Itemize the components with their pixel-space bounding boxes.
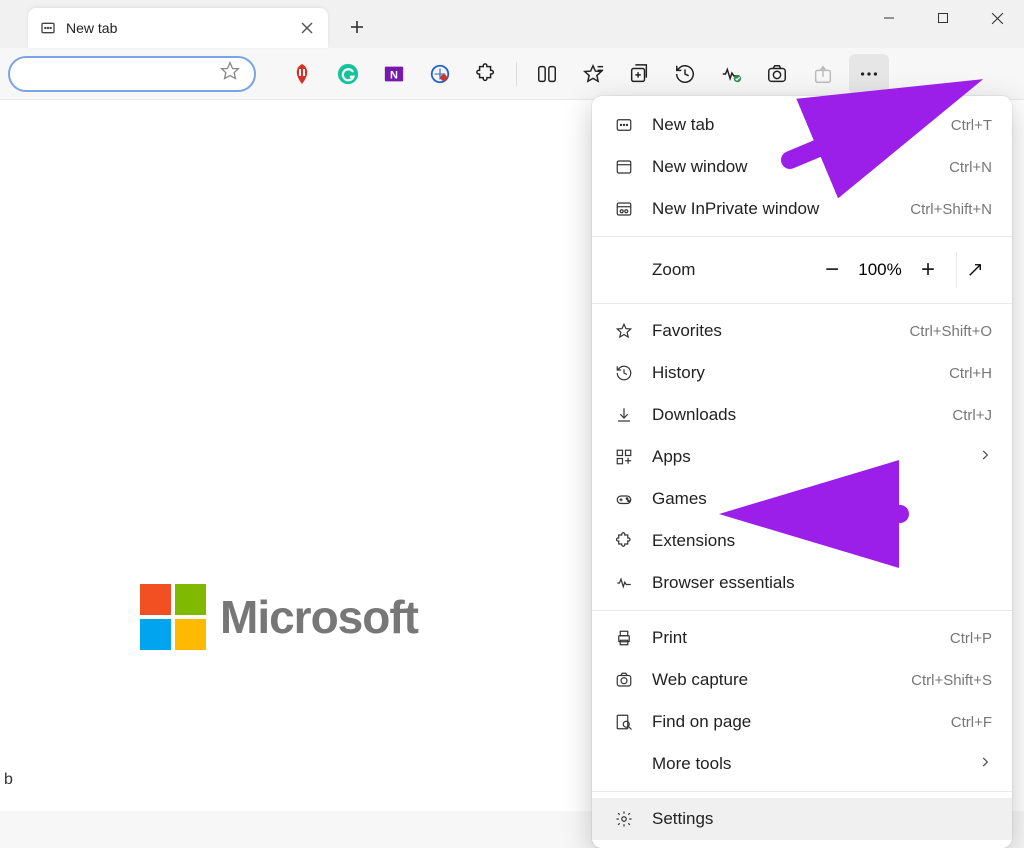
microsoft-logo-icon — [140, 584, 206, 650]
history-icon[interactable] — [665, 54, 705, 94]
favorites-icon[interactable] — [573, 54, 613, 94]
heartbeat-icon — [612, 574, 636, 592]
fullscreen-button[interactable] — [956, 252, 992, 288]
menu-shortcut: Ctrl+Shift+O — [909, 323, 992, 340]
menu-settings[interactable]: Settings — [592, 798, 1012, 840]
toolbar-separator — [516, 62, 517, 86]
menu-label: Find on page — [652, 712, 951, 732]
zoom-out-button[interactable]: − — [814, 252, 850, 288]
menu-label: Browser essentials — [652, 573, 992, 593]
microsoft-logo-text: Microsoft — [220, 590, 418, 644]
window-close[interactable] — [970, 0, 1024, 36]
menu-shortcut: Ctrl+F — [951, 714, 992, 731]
menu-downloads[interactable]: Downloads Ctrl+J — [592, 394, 1012, 436]
chevron-right-icon — [978, 448, 992, 467]
menu-find[interactable]: Find on page Ctrl+F — [592, 701, 1012, 743]
window-maximize[interactable] — [916, 0, 970, 36]
menu-label: Apps — [652, 447, 978, 467]
grammarly-extension-icon[interactable] — [328, 54, 368, 94]
address-bar[interactable] — [8, 56, 256, 92]
menu-zoom: Zoom − 100% + — [592, 243, 1012, 297]
menu-history[interactable]: History Ctrl+H — [592, 352, 1012, 394]
gear-icon — [612, 810, 636, 828]
window-controls — [862, 0, 1024, 48]
menu-shortcut: Ctrl+J — [952, 407, 992, 424]
menu-label: Web capture — [652, 670, 911, 690]
zoom-in-button[interactable]: + — [910, 252, 946, 288]
zoom-value: 100% — [850, 260, 910, 280]
games-icon — [612, 490, 636, 508]
settings-menu: New tab Ctrl+T New window Ctrl+N New InP… — [592, 96, 1012, 848]
menu-label: History — [652, 363, 949, 383]
menu-shortcut: Ctrl+Shift+S — [911, 672, 992, 689]
menu-shortcut: Ctrl+H — [949, 365, 992, 382]
inprivate-icon — [612, 200, 636, 218]
svg-text:N: N — [390, 69, 398, 81]
tab-close-button[interactable] — [298, 19, 316, 37]
menu-label: Extensions — [652, 531, 992, 551]
title-bar: New tab — [0, 0, 1024, 48]
find-icon — [612, 713, 636, 731]
menu-separator — [592, 236, 1012, 237]
new-tab-button[interactable] — [340, 10, 374, 44]
extensions-toolbar-icon[interactable] — [466, 54, 506, 94]
tab-page-icon — [40, 20, 56, 36]
browser-essentials-icon[interactable] — [711, 54, 751, 94]
page-bottom-label: b — [4, 771, 13, 789]
menu-favorites[interactable]: Favorites Ctrl+Shift+O — [592, 310, 1012, 352]
annotation-arrow-top — [780, 85, 980, 185]
menu-shortcut: Ctrl+Shift+N — [910, 201, 992, 218]
menu-separator — [592, 610, 1012, 611]
window-minimize[interactable] — [862, 0, 916, 36]
collections-icon[interactable] — [619, 54, 659, 94]
print-icon — [612, 629, 636, 647]
ublock-extension-icon[interactable] — [282, 54, 322, 94]
camera-icon — [612, 671, 636, 689]
menu-browser-essentials[interactable]: Browser essentials — [592, 562, 1012, 604]
menu-label: New InPrivate window — [652, 199, 910, 219]
menu-label: Print — [652, 628, 950, 648]
annotation-arrow-extensions — [740, 494, 920, 534]
tab-title: New tab — [66, 20, 288, 36]
downloads-icon — [612, 406, 636, 424]
menu-label: Favorites — [652, 321, 909, 341]
menu-shortcut: Ctrl+P — [950, 630, 992, 647]
split-screen-icon[interactable] — [527, 54, 567, 94]
privacy-extension-icon[interactable] — [420, 54, 460, 94]
menu-label: More tools — [652, 754, 978, 774]
microsoft-logo: Microsoft — [140, 584, 418, 650]
menu-label: Downloads — [652, 405, 952, 425]
history-icon — [612, 364, 636, 382]
window-icon — [612, 158, 636, 176]
favorite-star-icon[interactable] — [220, 61, 240, 86]
menu-label: Settings — [652, 809, 992, 829]
browser-tab[interactable]: New tab — [28, 8, 328, 48]
apps-icon — [612, 448, 636, 466]
menu-separator — [592, 791, 1012, 792]
menu-apps[interactable]: Apps — [592, 436, 1012, 478]
menu-web-capture[interactable]: Web capture Ctrl+Shift+S — [592, 659, 1012, 701]
chevron-right-icon — [978, 755, 992, 774]
zoom-label: Zoom — [652, 260, 814, 280]
puzzle-icon — [612, 532, 636, 550]
menu-more-tools[interactable]: More tools — [592, 743, 1012, 785]
menu-print[interactable]: Print Ctrl+P — [592, 617, 1012, 659]
star-icon — [612, 322, 636, 340]
menu-new-inprivate[interactable]: New InPrivate window Ctrl+Shift+N — [592, 188, 1012, 230]
onenote-extension-icon[interactable]: N — [374, 54, 414, 94]
menu-separator — [592, 303, 1012, 304]
page-icon — [612, 116, 636, 134]
